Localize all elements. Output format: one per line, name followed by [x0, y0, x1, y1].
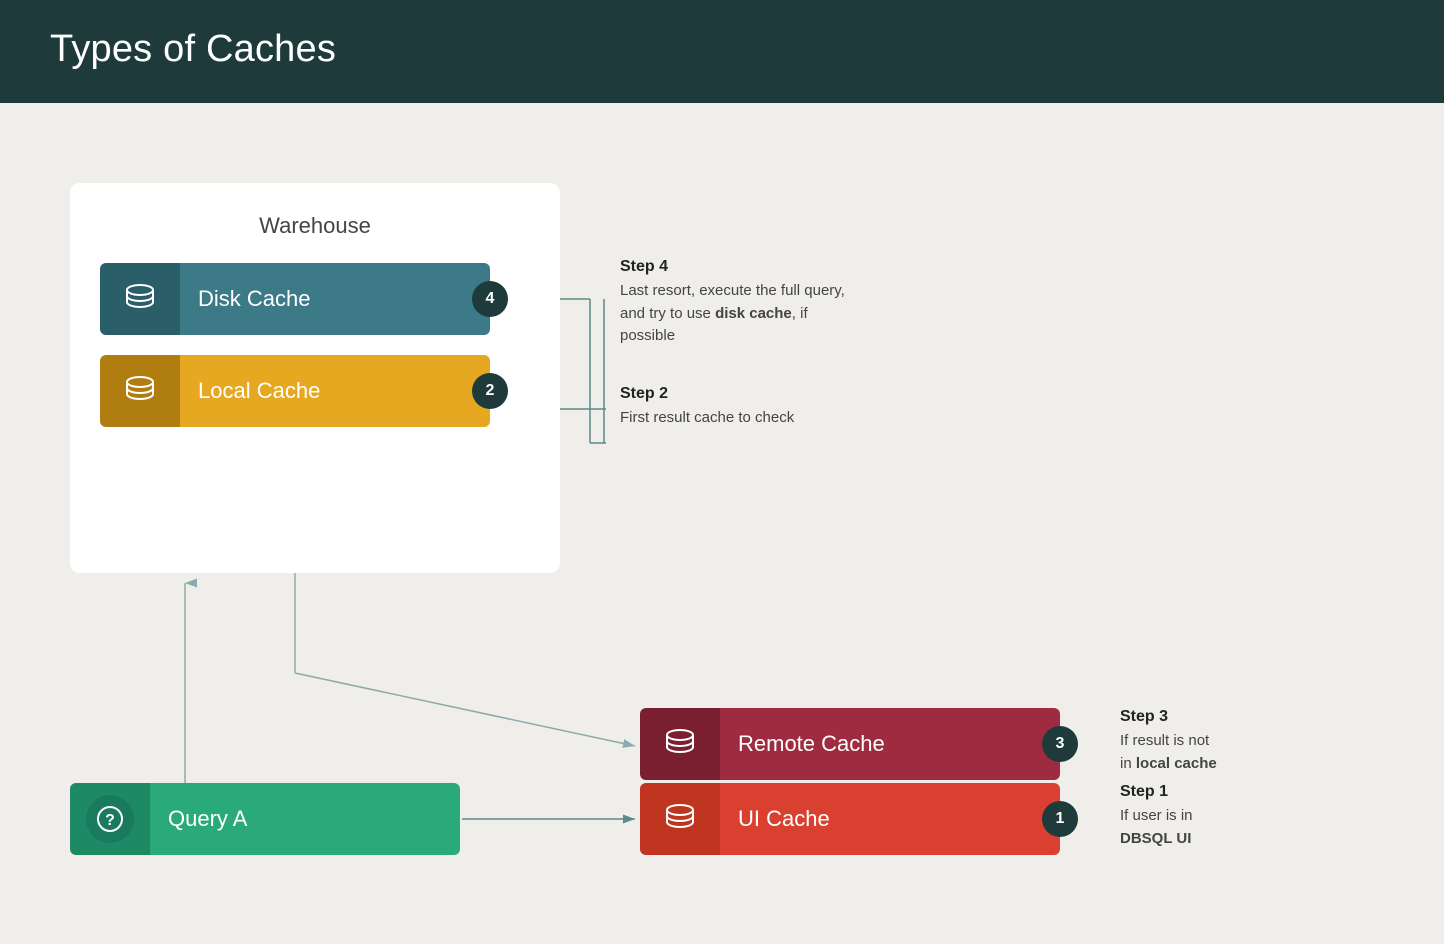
local-cache-label: Local Cache — [180, 355, 490, 427]
svg-text:?: ? — [105, 812, 115, 829]
local-cache-db-icon — [122, 373, 158, 409]
remote-cache-number: 3 — [1042, 726, 1078, 762]
step4-annotation: Step 4 Last resort, execute the full que… — [620, 258, 850, 348]
step3-text: If result is not in local cache — [1120, 730, 1217, 775]
step2-title: Step 2 — [620, 385, 794, 403]
query-row: ? Query A — [70, 783, 460, 855]
warehouse-label: Warehouse — [100, 213, 530, 239]
step1-annotation: Step 1 If user is in DBSQL UI — [1120, 783, 1193, 850]
local-cache-number: 2 — [472, 373, 508, 409]
remote-cache-icon — [640, 708, 720, 780]
step2-text: First result cache to check — [620, 407, 794, 430]
local-cache-bar: Local Cache 2 — [100, 355, 490, 427]
disk-cache-label: Disk Cache — [180, 263, 490, 335]
local-cache-icon — [100, 355, 180, 427]
step4-text: Last resort, execute the full query, and… — [620, 280, 850, 348]
step4-title: Step 4 — [620, 258, 850, 276]
remote-cache-label: Remote Cache — [720, 708, 1060, 780]
step2-annotation: Step 2 First result cache to check — [620, 385, 794, 430]
step1-title: Step 1 — [1120, 783, 1193, 801]
warehouse-box: Warehouse Disk Cache 4 Lo — [70, 183, 560, 573]
query-icon-section: ? — [70, 783, 150, 855]
page-title: Types of Caches — [50, 28, 1394, 71]
step3-annotation: Step 3 If result is not in local cache — [1120, 708, 1217, 775]
ui-cache-label: UI Cache — [720, 783, 1060, 855]
query-label: Query A — [150, 783, 460, 855]
disk-cache-icon — [100, 263, 180, 335]
disk-cache-bar: Disk Cache 4 — [100, 263, 490, 335]
query-icon: ? — [86, 795, 134, 843]
remote-cache-row: Remote Cache 3 — [640, 708, 1060, 780]
disk-cache-number: 4 — [472, 281, 508, 317]
ui-cache-number: 1 — [1042, 801, 1078, 837]
remote-cache-db-icon — [662, 726, 698, 762]
remote-cache-bar: Remote Cache 3 — [640, 708, 1060, 780]
ui-cache-db-icon — [662, 801, 698, 837]
question-mark-icon: ? — [96, 805, 124, 833]
step3-title: Step 3 — [1120, 708, 1217, 726]
query-bar: ? Query A — [70, 783, 460, 855]
ui-cache-icon — [640, 783, 720, 855]
page-header: Types of Caches — [0, 0, 1444, 103]
step1-text: If user is in DBSQL UI — [1120, 805, 1193, 850]
disk-cache-db-icon — [122, 281, 158, 317]
ui-cache-row: UI Cache 1 — [640, 783, 1060, 855]
main-content: Warehouse Disk Cache 4 Lo — [0, 103, 1444, 933]
ui-cache-bar: UI Cache 1 — [640, 783, 1060, 855]
